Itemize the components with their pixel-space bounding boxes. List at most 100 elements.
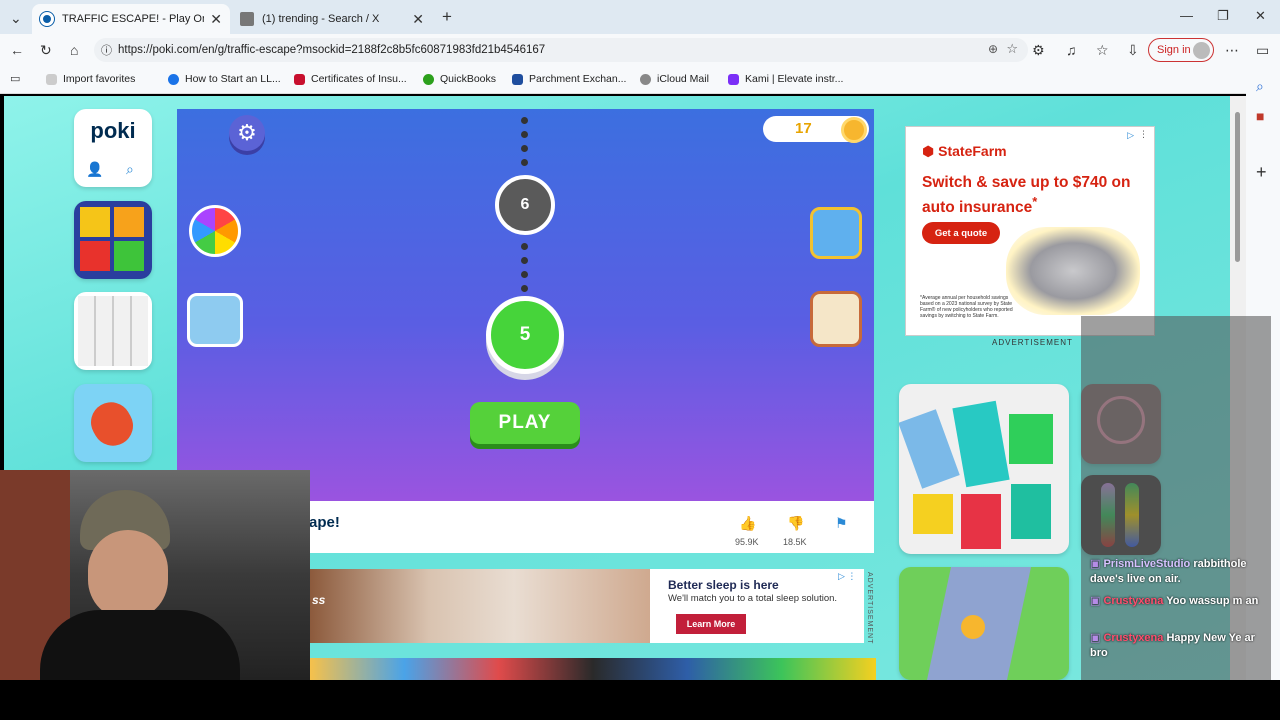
- shirt: [40, 610, 240, 680]
- statefarm-logo: ⬢ StateFarm: [922, 143, 1007, 159]
- favicon-icon: [512, 73, 523, 85]
- ad-close-icon[interactable]: ⋮: [1139, 129, 1148, 140]
- ad-label: ADVERTISEMENT: [992, 338, 1073, 347]
- statefarm-ad[interactable]: ▷ ⋮ ⬢ StateFarm Switch & save up to $740…: [905, 126, 1155, 336]
- search-icon[interactable]: ⌕: [1256, 78, 1264, 95]
- thumbs-down-icon[interactable]: 👎: [787, 515, 804, 532]
- settings-gear-icon[interactable]: ⚙: [229, 115, 265, 151]
- play-button[interactable]: PLAY: [470, 402, 580, 444]
- favorites-bar: ▭ Import favorites How to Start an LL...…: [0, 66, 1280, 94]
- ad-fragment: ss: [312, 593, 326, 607]
- favorite-quickbooks[interactable]: QuickBooks: [423, 73, 496, 85]
- letterbox: [0, 680, 1280, 720]
- more-games-strip[interactable]: [310, 658, 876, 680]
- race-flags-icon[interactable]: [187, 293, 243, 347]
- apple-icon: [640, 73, 651, 85]
- level-current-badge: 5: [486, 296, 564, 374]
- level-next-badge: 6: [495, 175, 555, 235]
- more-menu-icon[interactable]: ⋯: [1225, 42, 1239, 59]
- prize-wheel-icon[interactable]: [189, 205, 241, 257]
- likes-count: 95.9K: [735, 537, 759, 547]
- tab-list-chevron-icon[interactable]: ⌄: [10, 10, 22, 27]
- scrollbar-thumb[interactable]: [1235, 112, 1240, 262]
- ad-fine-print: *Average annual per household savings ba…: [920, 295, 1013, 319]
- extensions-icon[interactable]: ⚙: [1032, 42, 1045, 59]
- badge-icon: ▣: [1090, 558, 1101, 570]
- report-flag-icon[interactable]: ⚑: [835, 515, 848, 532]
- learn-more-button[interactable]: Learn More: [676, 614, 746, 634]
- close-tab-icon[interactable]: ✕: [412, 11, 424, 28]
- sidebar-toggle-icon[interactable]: ▭: [1256, 42, 1269, 59]
- quickbooks-icon: [423, 73, 434, 85]
- face: [88, 530, 168, 620]
- game-thumbnail-road[interactable]: [899, 567, 1069, 680]
- ad-headline: Better sleep is here: [668, 578, 779, 592]
- favorite-certificates[interactable]: Certificates of Insu...: [294, 73, 407, 85]
- tools-icon[interactable]: ■: [1256, 108, 1264, 124]
- tab-traffic-escape[interactable]: TRAFFIC ESCAPE! - Play Online for ✕: [32, 4, 230, 34]
- ad-headline: Switch & save up to $740 on auto insuran…: [922, 174, 1131, 217]
- get-quote-button[interactable]: Get a quote: [922, 222, 1000, 244]
- game-thumbnail-parking[interactable]: [899, 384, 1069, 554]
- add-icon[interactable]: +: [1256, 162, 1267, 183]
- tab-x-search[interactable]: (1) trending - Search / X ✕: [232, 4, 432, 34]
- car-image: [1006, 227, 1140, 315]
- address-toolbar: ← ↻ ⌂ ⓘ https://poki.com/en/g/traffic-es…: [0, 34, 1280, 66]
- sign-in-button[interactable]: Sign in: [1148, 38, 1214, 62]
- chat-message: ▣ Crustyxena Happy New Ye ar bro: [1090, 632, 1255, 659]
- coin-icon: [841, 117, 867, 143]
- site-info-icon[interactable]: ⓘ: [101, 42, 112, 58]
- refresh-icon[interactable]: ↻: [40, 42, 52, 59]
- minimize-icon[interactable]: —: [1180, 8, 1193, 23]
- favorite-icloud[interactable]: iCloud Mail: [640, 73, 709, 85]
- badge-icon: ▣: [1090, 595, 1101, 607]
- user-icon[interactable]: 👤: [86, 161, 103, 178]
- coin-icon: [961, 615, 985, 639]
- home-icon[interactable]: ⌂: [70, 42, 78, 58]
- game-thumbnail-hotdog[interactable]: [74, 384, 152, 462]
- game-thumbnail-blocks[interactable]: [74, 201, 152, 279]
- chat-message: ▣ Crustyxena Yoo wassup m an: [1090, 595, 1259, 607]
- badge-icon: ▣: [1090, 632, 1101, 644]
- poki-logo: poki: [90, 118, 136, 143]
- streamer-webcam: [0, 470, 310, 680]
- reader-icon[interactable]: ⊕: [988, 42, 998, 56]
- favorite-star-icon[interactable]: ☆: [1006, 41, 1018, 57]
- thumbs-up-icon[interactable]: 👍: [739, 515, 756, 532]
- favorites-toggle-icon[interactable]: ▭: [10, 72, 20, 85]
- favorite-import[interactable]: Import favorites: [46, 73, 135, 85]
- import-icon: [46, 73, 57, 85]
- back-icon[interactable]: ←: [10, 42, 24, 58]
- favorites-icon[interactable]: ☆: [1096, 42, 1109, 59]
- url-text: https://poki.com/en/g/traffic-escape?mso…: [118, 44, 546, 56]
- favicon-icon: [168, 73, 179, 85]
- favorite-llc[interactable]: How to Start an LL...: [168, 73, 281, 85]
- game-thumbnail-mahjong[interactable]: [74, 292, 152, 370]
- sleep-ad-banner[interactable]: ss Better sleep is here We'll match you …: [310, 569, 864, 643]
- maximize-icon[interactable]: ❐: [1217, 8, 1229, 24]
- favicon-icon: [294, 73, 305, 85]
- medal-icon[interactable]: [810, 207, 862, 259]
- close-window-icon[interactable]: ✕: [1255, 8, 1266, 24]
- poki-favicon-icon: [39, 11, 55, 27]
- ad-body: We'll match you to a total sleep solutio…: [668, 593, 838, 604]
- address-bar[interactable]: ⓘ https://poki.com/en/g/traffic-escape?m…: [94, 38, 1028, 62]
- profile-avatar: [1193, 42, 1210, 59]
- downloads-icon[interactable]: ⇩: [1127, 42, 1139, 59]
- chat-message: ▣ PrismLiveStudio rabbithole dave's live…: [1090, 558, 1247, 585]
- poki-logo-card[interactable]: poki 👤 ⌕: [74, 109, 152, 187]
- media-icon[interactable]: ♫: [1066, 42, 1077, 58]
- stream-chat-overlay: [1081, 316, 1271, 680]
- favorite-parchment[interactable]: Parchment Exchan...: [512, 73, 626, 85]
- new-tab-button[interactable]: +: [442, 7, 452, 27]
- adchoices-icon[interactable]: ▷ ⋮: [838, 571, 856, 582]
- dislikes-count: 18.5K: [783, 537, 807, 547]
- game-canvas[interactable]: ⚙ 17 6 5 PLAY: [177, 109, 874, 501]
- search-icon[interactable]: ⌕: [126, 161, 134, 178]
- close-tab-icon[interactable]: ✕: [210, 11, 222, 28]
- ad-label: ADVERTISEMENT: [866, 572, 873, 645]
- favorite-kami[interactable]: Kami | Elevate instr...: [728, 73, 843, 85]
- kami-icon: [728, 73, 739, 85]
- task-clipboard-icon[interactable]: [810, 291, 862, 347]
- adchoices-icon[interactable]: ▷: [1127, 130, 1134, 141]
